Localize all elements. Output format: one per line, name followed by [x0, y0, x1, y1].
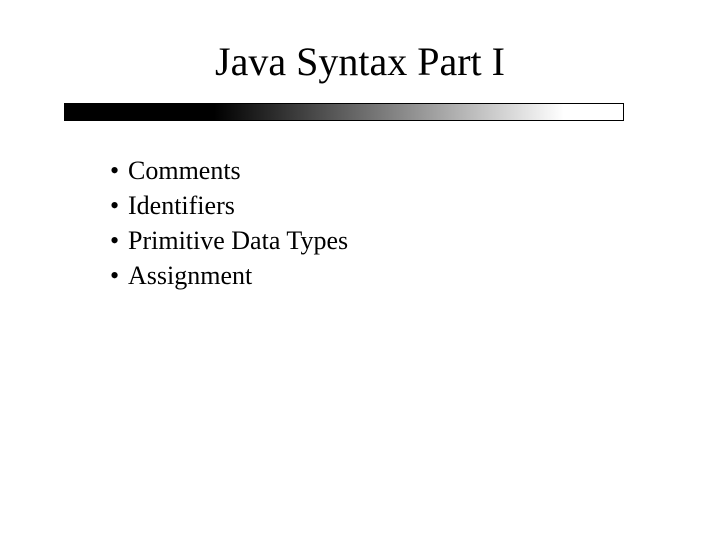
divider-border: [64, 103, 624, 121]
list-item: Identifiers: [110, 188, 720, 223]
title-divider: [64, 103, 624, 121]
list-item: Comments: [110, 153, 720, 188]
slide-container: Java Syntax Part I Comments Identifiers …: [0, 0, 720, 540]
list-item: Primitive Data Types: [110, 223, 720, 258]
slide-title: Java Syntax Part I: [0, 38, 720, 85]
list-item: Assignment: [110, 258, 720, 293]
bullet-list: Comments Identifiers Primitive Data Type…: [110, 153, 720, 293]
